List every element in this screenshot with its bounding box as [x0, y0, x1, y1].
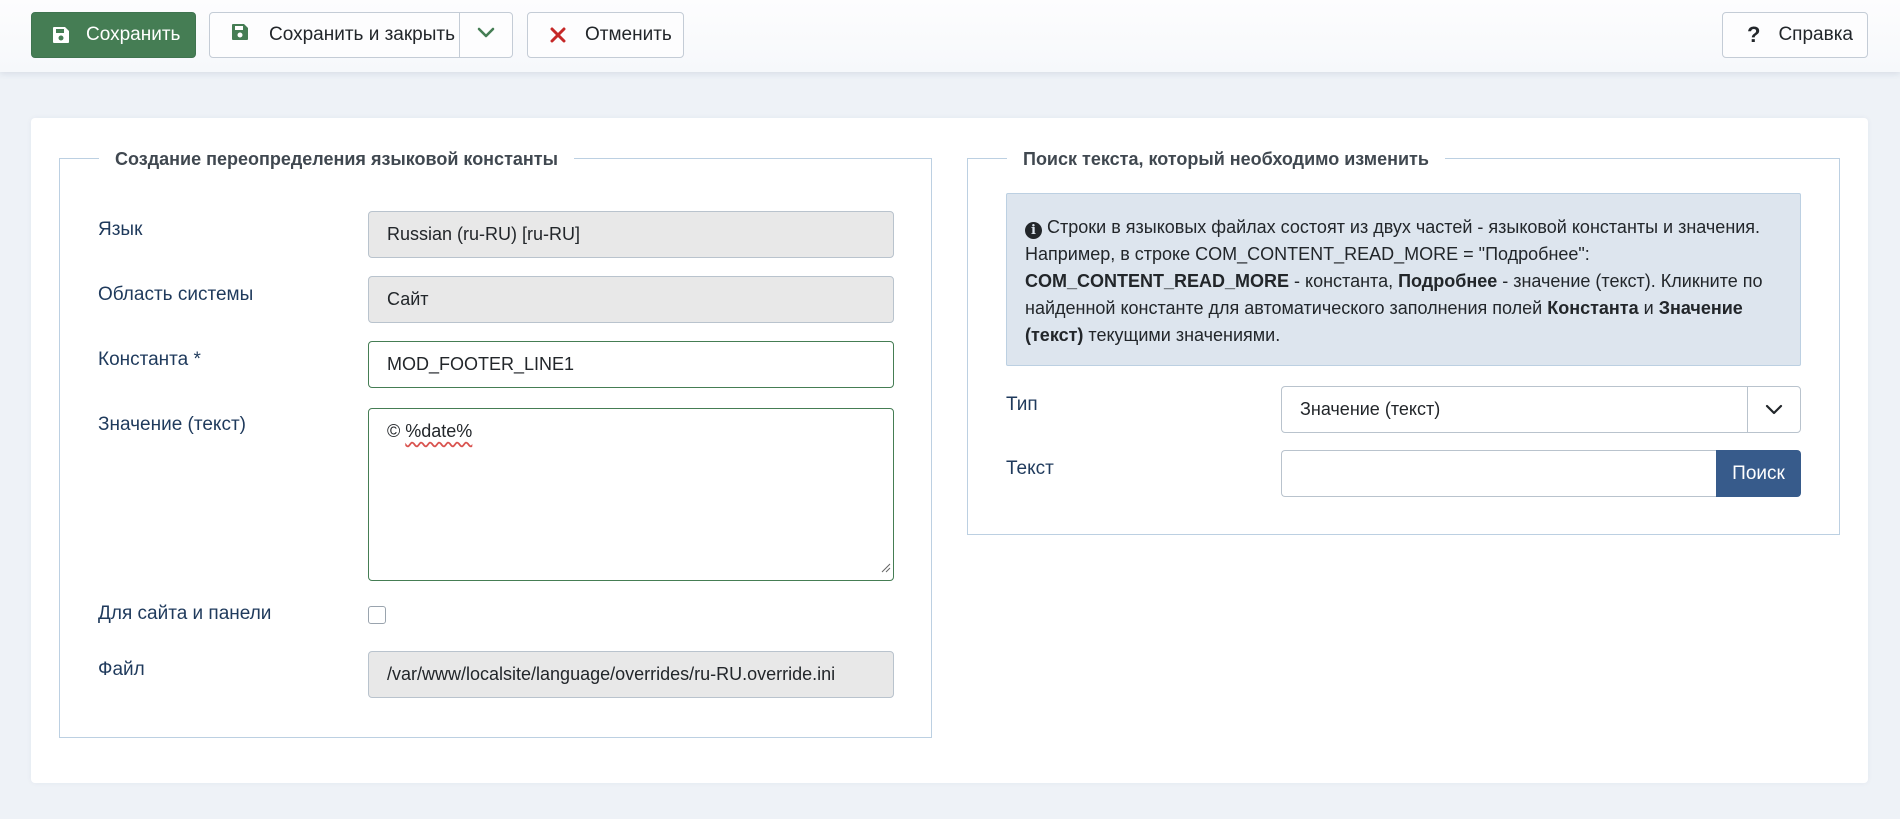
cancel-button[interactable]: Отменить	[527, 12, 684, 58]
both-label: Для сайта и панели	[98, 603, 272, 624]
save-close-button[interactable]: Сохранить и закрыть	[210, 13, 460, 57]
save-close-label: Сохранить и закрыть	[269, 24, 456, 45]
search-text-label: Текст	[1006, 458, 1054, 479]
override-form-legend: Создание переопределения языковой конста…	[99, 148, 574, 170]
help-button-label: Справка	[1778, 24, 1853, 45]
info-line-4-prefix: найденной константе для автоматического …	[1025, 298, 1548, 318]
search-panel: Поиск текста, который необходимо изменит…	[967, 148, 1840, 535]
info-const-bold: COM_CONTENT_READ_MORE	[1025, 271, 1290, 291]
question-icon: ?	[1747, 22, 1761, 47]
info-tail: текущими значениями.	[1083, 325, 1281, 345]
file-label: Файл	[98, 659, 145, 680]
client-field: Сайт	[368, 276, 894, 323]
info-value-suffix: - значение (текст). Кликните по	[1497, 271, 1763, 291]
info-and: и	[1638, 298, 1659, 318]
resize-handle-icon[interactable]	[879, 557, 891, 578]
save-button-label: Сохранить	[86, 24, 181, 45]
info-line-1: Строки в языковых файлах состоят из двух…	[1047, 217, 1761, 237]
save-icon	[231, 23, 249, 47]
constant-input[interactable]: MOD_FOOTER_LINE1	[368, 341, 894, 388]
chevron-down-icon	[477, 26, 495, 44]
text-value-prefix: ©	[387, 421, 406, 441]
file-field: /var/www/localsite/language/overrides/ru…	[368, 651, 894, 698]
both-checkbox[interactable]	[368, 606, 386, 624]
info-field1-bold: Константа	[1547, 298, 1639, 318]
info-alert: i Строки в языковых файлах состоят из дву…	[1006, 193, 1801, 366]
save-icon	[52, 26, 70, 44]
type-select-value: Значение (текст)	[1300, 399, 1441, 419]
client-label: Область системы	[98, 284, 254, 305]
override-form-panel: Создание переопределения языковой конста…	[59, 148, 932, 738]
search-panel-legend: Поиск текста, который необходимо изменит…	[1007, 148, 1445, 170]
chevron-down-icon	[1747, 387, 1800, 432]
info-field2-bold-b: (текст)	[1025, 325, 1084, 345]
info-const-suffix: - константа,	[1289, 271, 1399, 291]
cancel-button-label: Отменить	[585, 24, 672, 45]
info-value-bold: Подробнее	[1398, 271, 1498, 291]
main-card: Создание переопределения языковой конста…	[31, 118, 1868, 783]
search-button[interactable]: Поиск	[1716, 450, 1801, 497]
search-text-input[interactable]	[1281, 450, 1716, 497]
language-label: Язык	[98, 219, 143, 240]
text-value-token: %date%	[405, 421, 473, 441]
text-value-label: Значение (текст)	[98, 414, 246, 435]
info-line-2: Например, в строке COM_CONTENT_READ_MORE…	[1025, 244, 1590, 264]
info-field2-bold-a: Значение	[1658, 298, 1743, 318]
save-options-dropdown-toggle[interactable]	[460, 13, 512, 57]
constant-label: Константа *	[98, 349, 201, 370]
toolbar: Сохранить Сохранить и закрыть Отменить ?…	[0, 0, 1900, 72]
save-close-group: Сохранить и закрыть	[209, 12, 513, 58]
help-button[interactable]: ? Справка	[1722, 12, 1868, 58]
info-icon: i	[1025, 222, 1042, 239]
save-button[interactable]: Сохранить	[31, 12, 196, 58]
type-label: Тип	[1006, 394, 1038, 415]
close-icon	[550, 27, 566, 43]
type-select[interactable]: Значение (текст)	[1281, 386, 1801, 433]
language-field: Russian (ru-RU) [ru-RU]	[368, 211, 894, 258]
text-value-textarea[interactable]: © %date%	[368, 408, 894, 581]
